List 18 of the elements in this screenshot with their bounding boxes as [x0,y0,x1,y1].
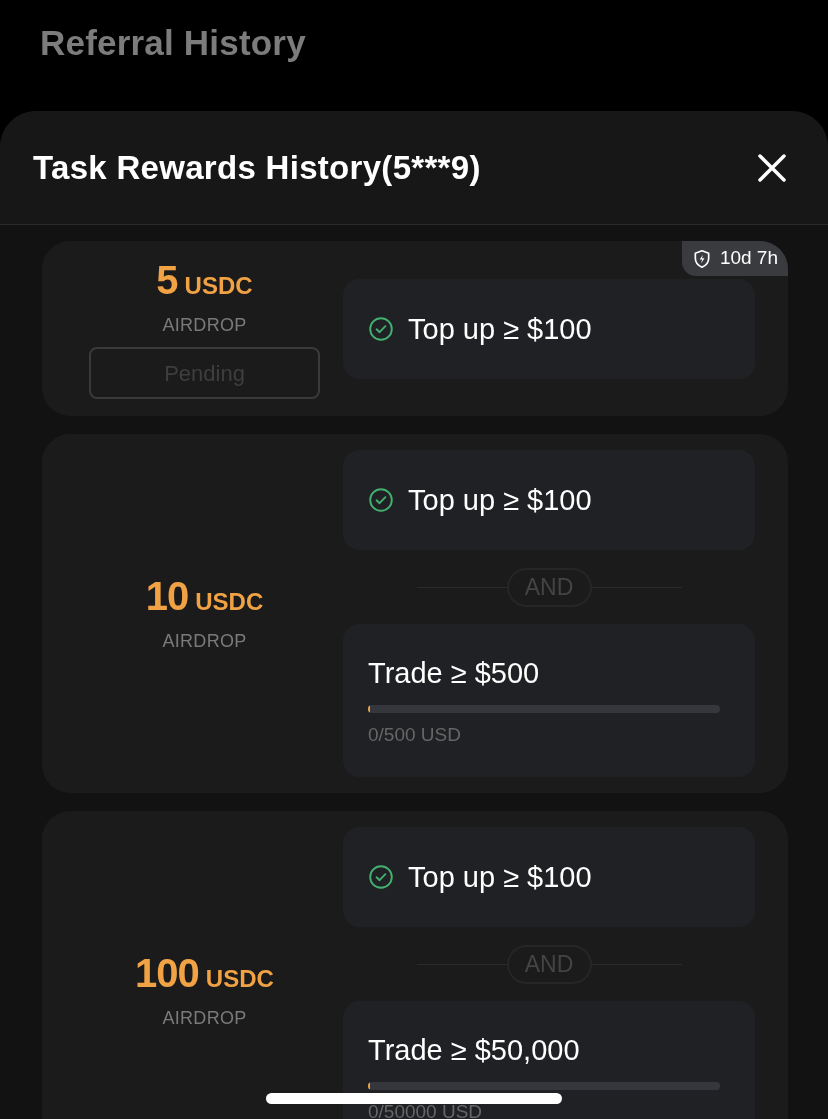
reward-type: AIRDROP [162,629,247,653]
sheet-title: Task Rewards History(5***9) [33,147,481,188]
reward-amount: 10 USDC [145,573,264,618]
progress-reading: 0/500 USD [368,723,462,747]
page-title: Referral History [40,22,306,64]
task-label: Top up ≥ $100 [408,483,592,518]
progress-reading: 0/50000 USD [368,1100,484,1119]
task-label: Trade ≥ $50,000 [368,1033,581,1068]
task-label: Trade ≥ $500 [368,656,541,691]
task-label: Top up ≥ $100 [408,860,592,895]
timer-text: 10d 7h [719,246,778,271]
reward-type: AIRDROP [162,1006,247,1030]
task-label: Top up ≥ $100 [408,311,592,347]
close-icon [756,151,788,184]
close-button[interactable] [756,151,788,184]
reward-amount: 5 USDC [156,258,253,302]
reward-amount: 100 USDC [135,950,274,995]
reward-type: AIRDROP [162,314,247,337]
